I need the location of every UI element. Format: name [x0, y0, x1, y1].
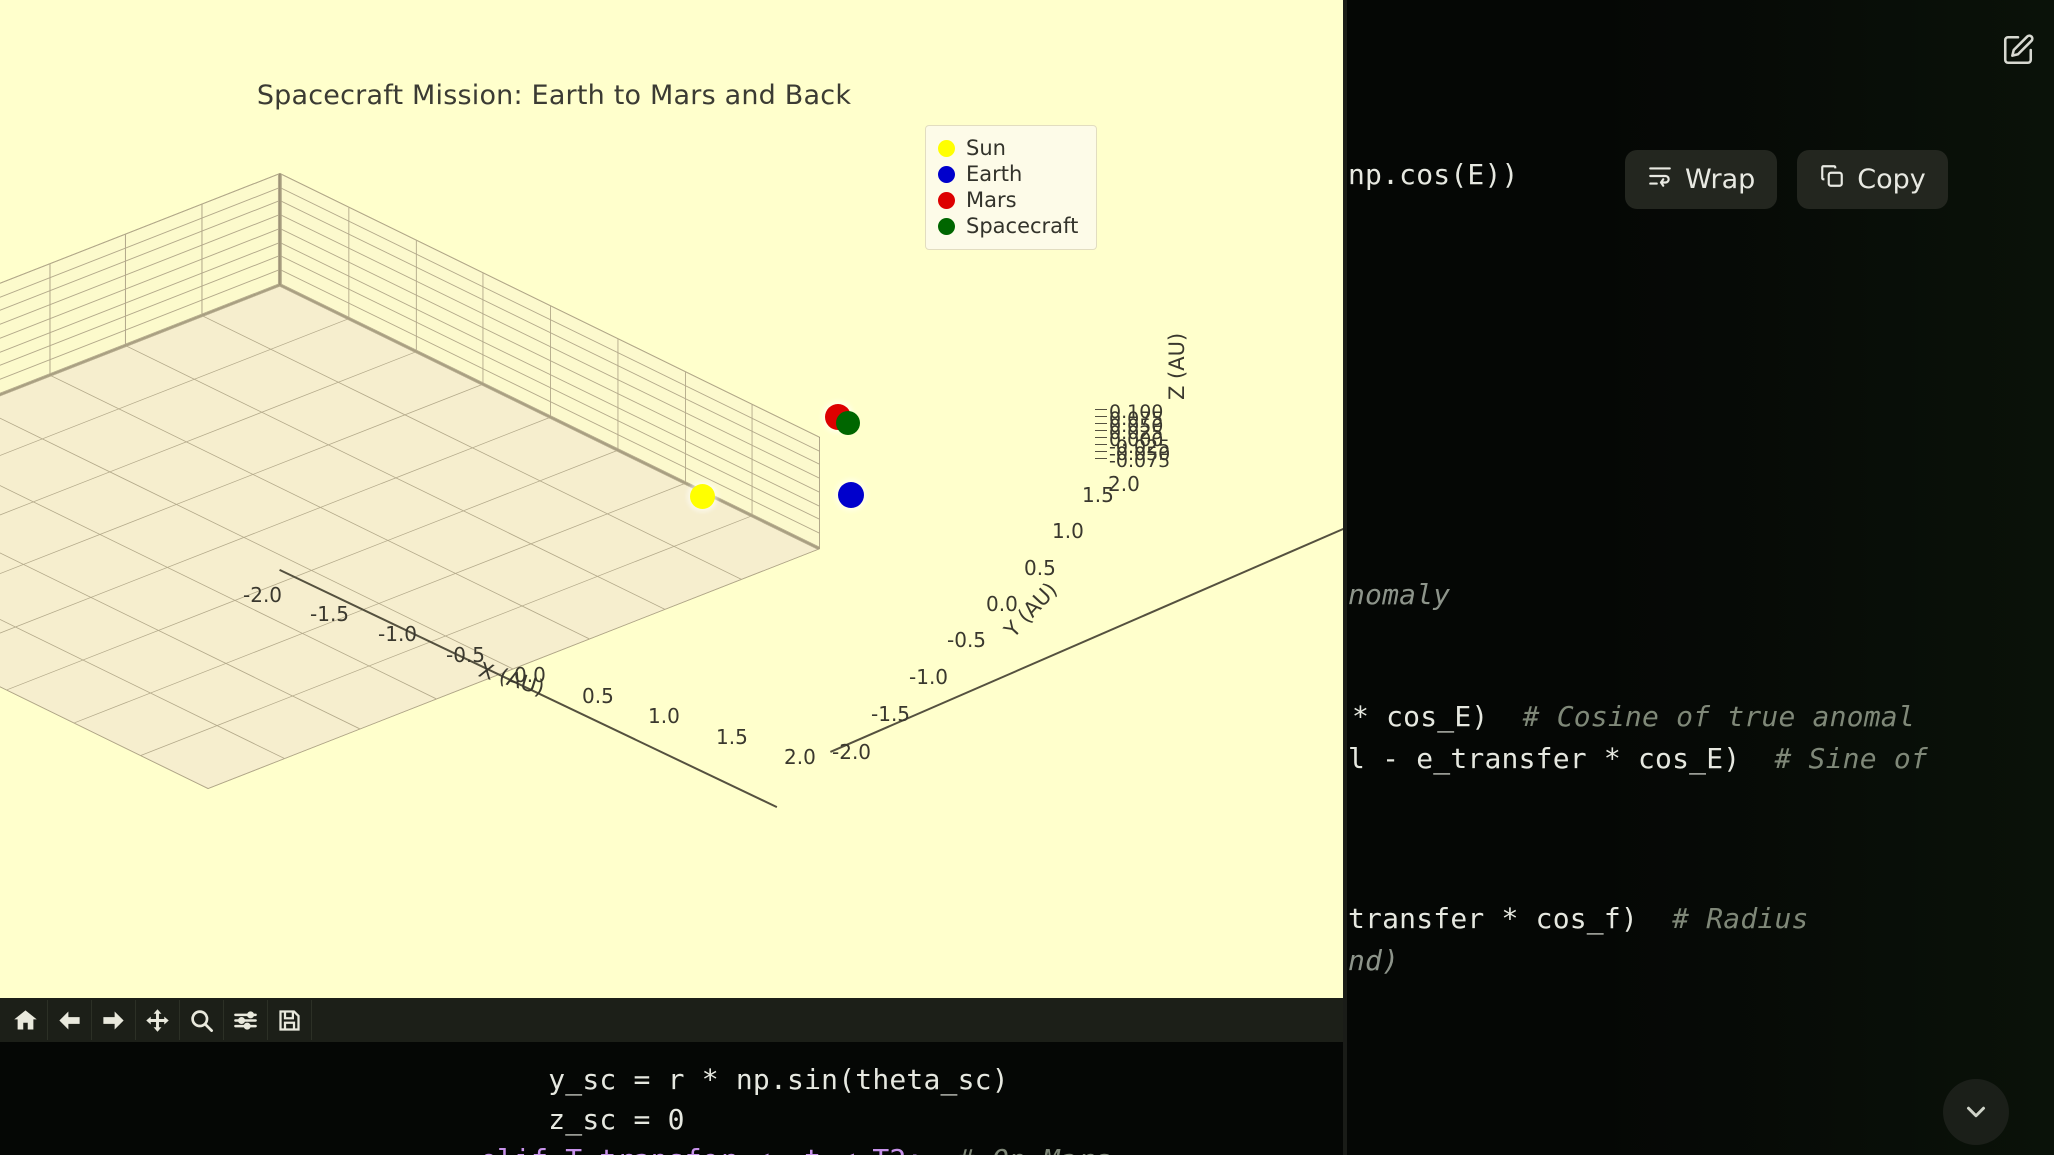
z-tick-stack: 0.100 0.075 0.050 0.025 0.000 -0.025 -0.…: [1095, 401, 1170, 472]
sliders-icon[interactable]: [224, 1000, 268, 1040]
code-line[interactable]: nomaly: [1348, 578, 1450, 611]
wrap-button[interactable]: Wrap: [1625, 150, 1778, 209]
x-tick-label: -2.0: [243, 583, 283, 607]
legend-item: Spacecraft: [938, 213, 1084, 239]
legend-swatch-spacecraft: [938, 217, 955, 235]
y-tick-label: 1.0: [1052, 519, 1084, 543]
legend-item: Earth: [938, 161, 1084, 187]
x-tick-label: 1.5: [716, 725, 748, 749]
code-action-buttons: Wrap Copy: [1625, 150, 1948, 209]
y-tick-label: 0.5: [1024, 556, 1056, 580]
grid-line: [0, 351, 416, 592]
y-tick-label: -2.0: [832, 740, 872, 764]
arrow-right-icon[interactable]: [92, 1000, 136, 1040]
matplotlib-figure-window: Spacecraft Mission: Earth to Mars and Ba…: [0, 0, 1343, 1042]
grid-line: [819, 437, 820, 548]
legend-label: Sun: [966, 136, 1006, 160]
x-tick-label: -1.5: [310, 602, 350, 626]
x-tick-label: 0.5: [582, 684, 614, 708]
y-tick-label: 2.0: [1108, 472, 1140, 496]
y-tick-label: -1.5: [871, 702, 911, 726]
z-tick-label: -0.075: [1109, 450, 1171, 472]
code-line[interactable]: l - e_transfer * cos_E) # Sine of: [1348, 742, 1928, 775]
x-tick-label: 1.0: [648, 704, 680, 728]
code-gutter-divider: [1343, 0, 1347, 1155]
grid-line: [0, 405, 514, 669]
legend-item: Mars: [938, 187, 1084, 213]
app-root: Wrap Copy np.cos(E)) nomaly * cos_E) # C…: [0, 0, 2054, 1155]
legend-swatch-mars: [938, 191, 955, 209]
arrow-left-icon[interactable]: [48, 1000, 92, 1040]
pane-floor: [0, 285, 820, 789]
wrap-button-label: Wrap: [1685, 164, 1756, 195]
x-tick-label: 2.0: [784, 745, 816, 769]
grid-line: [0, 417, 550, 658]
y-tick-label: -0.5: [947, 628, 987, 652]
code-line[interactable]: elif T_transfer <= t < T2: # On Mars: [480, 1143, 1111, 1155]
home-icon[interactable]: [4, 1000, 48, 1040]
magnifier-icon[interactable]: [180, 1000, 224, 1040]
grid-line: [0, 525, 209, 789]
chevron-down-icon[interactable]: [1943, 1079, 2009, 1145]
axes3d: -2.0 -1.5 -1.0 -0.5 0.0 0.5 1.0 1.5 2.0 …: [0, 0, 1343, 1012]
data-point-earth: [838, 482, 864, 508]
copy-button[interactable]: Copy: [1797, 150, 1948, 209]
legend-swatch-earth: [938, 165, 955, 183]
figure-canvas[interactable]: Spacecraft Mission: Earth to Mars and Ba…: [0, 0, 1343, 1012]
z-axis-label: Z (AU): [1165, 332, 1189, 400]
chart-legend: Sun Earth Mars Spacecraft: [925, 125, 1097, 250]
wrap-icon: [1647, 163, 1673, 196]
legend-item: Sun: [938, 135, 1084, 161]
move-icon[interactable]: [136, 1000, 180, 1040]
data-point-sun: [690, 484, 715, 509]
copy-button-label: Copy: [1857, 164, 1926, 195]
edit-square-icon[interactable]: [1996, 28, 2040, 72]
save-icon[interactable]: [268, 1000, 312, 1040]
legend-swatch-sun: [938, 139, 955, 157]
code-line[interactable]: transfer * cos_f) # Radius: [1348, 902, 1809, 935]
grid-line: [0, 495, 285, 759]
matplotlib-toolbar: [0, 998, 1343, 1042]
code-line[interactable]: nd): [1348, 944, 1399, 977]
code-line[interactable]: * cos_E) # Cosine of true anomal: [1352, 700, 1915, 733]
code-line[interactable]: np.cos(E)): [1348, 158, 1519, 191]
code-line[interactable]: y_sc = r * np.sin(theta_sc): [480, 1063, 1009, 1096]
x-tick-label: -0.5: [446, 643, 486, 667]
copy-icon: [1819, 163, 1845, 196]
x-tick-label: -1.0: [378, 622, 418, 646]
legend-label: Earth: [966, 162, 1023, 186]
y-tick-label: -1.0: [909, 665, 949, 689]
legend-label: Spacecraft: [966, 214, 1079, 238]
code-line[interactable]: z_sc = 0: [480, 1103, 685, 1136]
legend-label: Mars: [966, 188, 1017, 212]
data-point-spacecraft: [836, 411, 860, 435]
grid-line: [6, 450, 618, 690]
